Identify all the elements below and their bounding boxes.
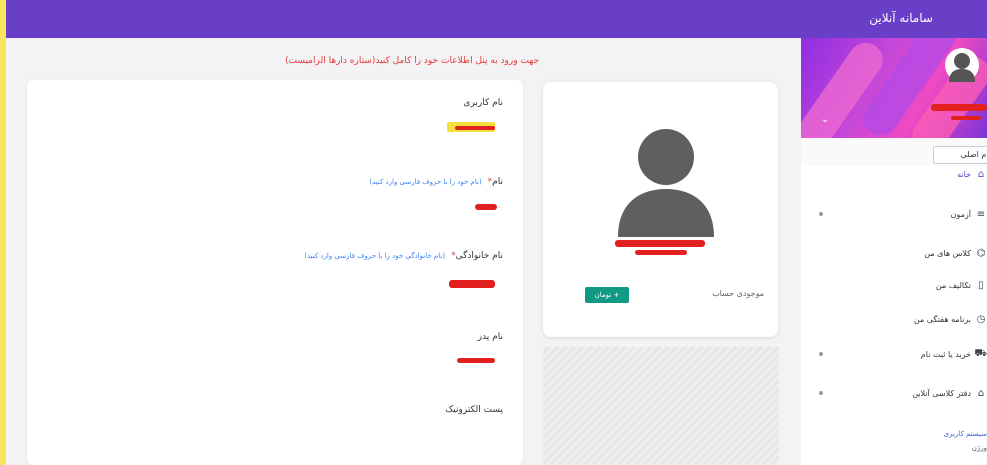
list-icon: ≡ [976,208,986,220]
sidebar-menu: ⌂ خانه ≡ آزمون ⌬ کلاس های من ▯ تکالیف من… [801,166,987,465]
sidebar-item-label: کلاس های من [924,248,971,258]
graduation-cap-icon: ⌂ [977,387,985,399]
username-label-text: نام کاربری [463,98,503,108]
user-avatar[interactable] [945,48,979,82]
redacted-username-mark [455,126,495,130]
expand-dot-icon [819,391,823,395]
sidebar-item-label: خرید یا ثبت نام [920,349,971,359]
sidebar-item-label: خانه [957,169,971,179]
left-edge-stripe [0,0,6,465]
cart-icon: ⛟ [974,347,987,359]
top-up-button[interactable]: + تومان [585,287,629,303]
sidebar-banner: ⌄ [801,38,987,138]
user-avatar-large-icon [618,129,714,237]
first-name-label-text: نام [492,177,503,187]
username-label: نام کاربری [463,98,503,108]
redacted-full-name-2 [635,250,687,255]
clock-icon: ◷ [976,313,986,325]
redacted-father-name [457,358,495,363]
footer-system-label: سیستم کاربری [943,430,987,438]
top-bar: سامانه آنلاین [6,0,987,38]
sidebar-item-label: تکالیف من [935,280,971,290]
footer-version-label: ورژن [971,444,987,452]
redacted-sidebar-user [931,104,987,111]
sidebar-item-weekly-schedule[interactable]: ◷ برنامه هفتگی من [914,311,987,327]
last-name-hint: (نام خانوادگی خود را با حروف فارسی وارد … [304,252,446,260]
sidebar-item-my-assignments[interactable]: ▯ تکالیف من [936,277,987,293]
first-name-label: نام*(نام خود را با حروف فارسی وارد کنید) [369,177,503,187]
user-avatar-icon [949,53,975,82]
father-name-label: نام پدر [478,332,503,342]
expand-dot-icon [819,352,823,356]
sidebar-item-exam[interactable]: ≡ آزمون [951,206,987,222]
sidebar-item-home[interactable]: ⌂ خانه [957,166,987,182]
name-field[interactable]: نام اصلی [933,146,987,164]
first-name-hint: (نام خود را با حروف فارسی وارد کنید) [369,178,482,186]
clipboard-icon: ▯ [978,279,984,291]
sidebar: ⌄ نام اصلی ⌂ خانه ≡ آزمون ⌬ کلاس های من … [801,38,987,465]
profile-form-card: نام کاربری نام*(نام خود را با حروف فارسی… [27,80,523,465]
email-label: پست الکترونیک [445,405,503,415]
redacted-full-name [615,240,705,247]
balance-label: موجودی حساب [712,289,764,298]
institution-icon: ⌬ [976,247,986,259]
redacted-sidebar-user-2 [951,116,981,120]
redacted-last-name [449,280,495,288]
sidebar-item-my-classes[interactable]: ⌬ کلاس های من [924,245,987,261]
expand-dot-icon [819,212,823,216]
last-name-label-text: نام خانوادگی [455,251,503,261]
empty-pattern-area [543,347,779,465]
profile-summary-card: موجودی حساب + تومان [543,82,778,337]
sidebar-item-purchase[interactable]: ⛟ خرید یا ثبت نام [921,346,987,362]
redacted-first-name [475,204,497,210]
sidebar-item-label: برنامه هفتگی من [913,314,971,324]
chevron-down-icon[interactable]: ⌄ [821,114,829,125]
sidebar-item-label: دفتر کلاسی آنلاین [912,388,971,398]
email-label-text: پست الکترونیک [445,405,503,415]
father-name-label-text: نام پدر [477,332,503,342]
home-icon: ⌂ [977,168,985,180]
sidebar-item-label: آزمون [950,209,971,219]
form-hint: جهت ورود به پنل اطلاعات خود را کامل کنید… [285,56,539,66]
app-title: سامانه آنلاین [869,11,933,25]
sidebar-item-online-classbook[interactable]: ⌂ دفتر کلاسی آنلاین [912,385,987,401]
last-name-label: نام خانوادگی*(نام خانوادگی خود را با حرو… [304,251,503,261]
